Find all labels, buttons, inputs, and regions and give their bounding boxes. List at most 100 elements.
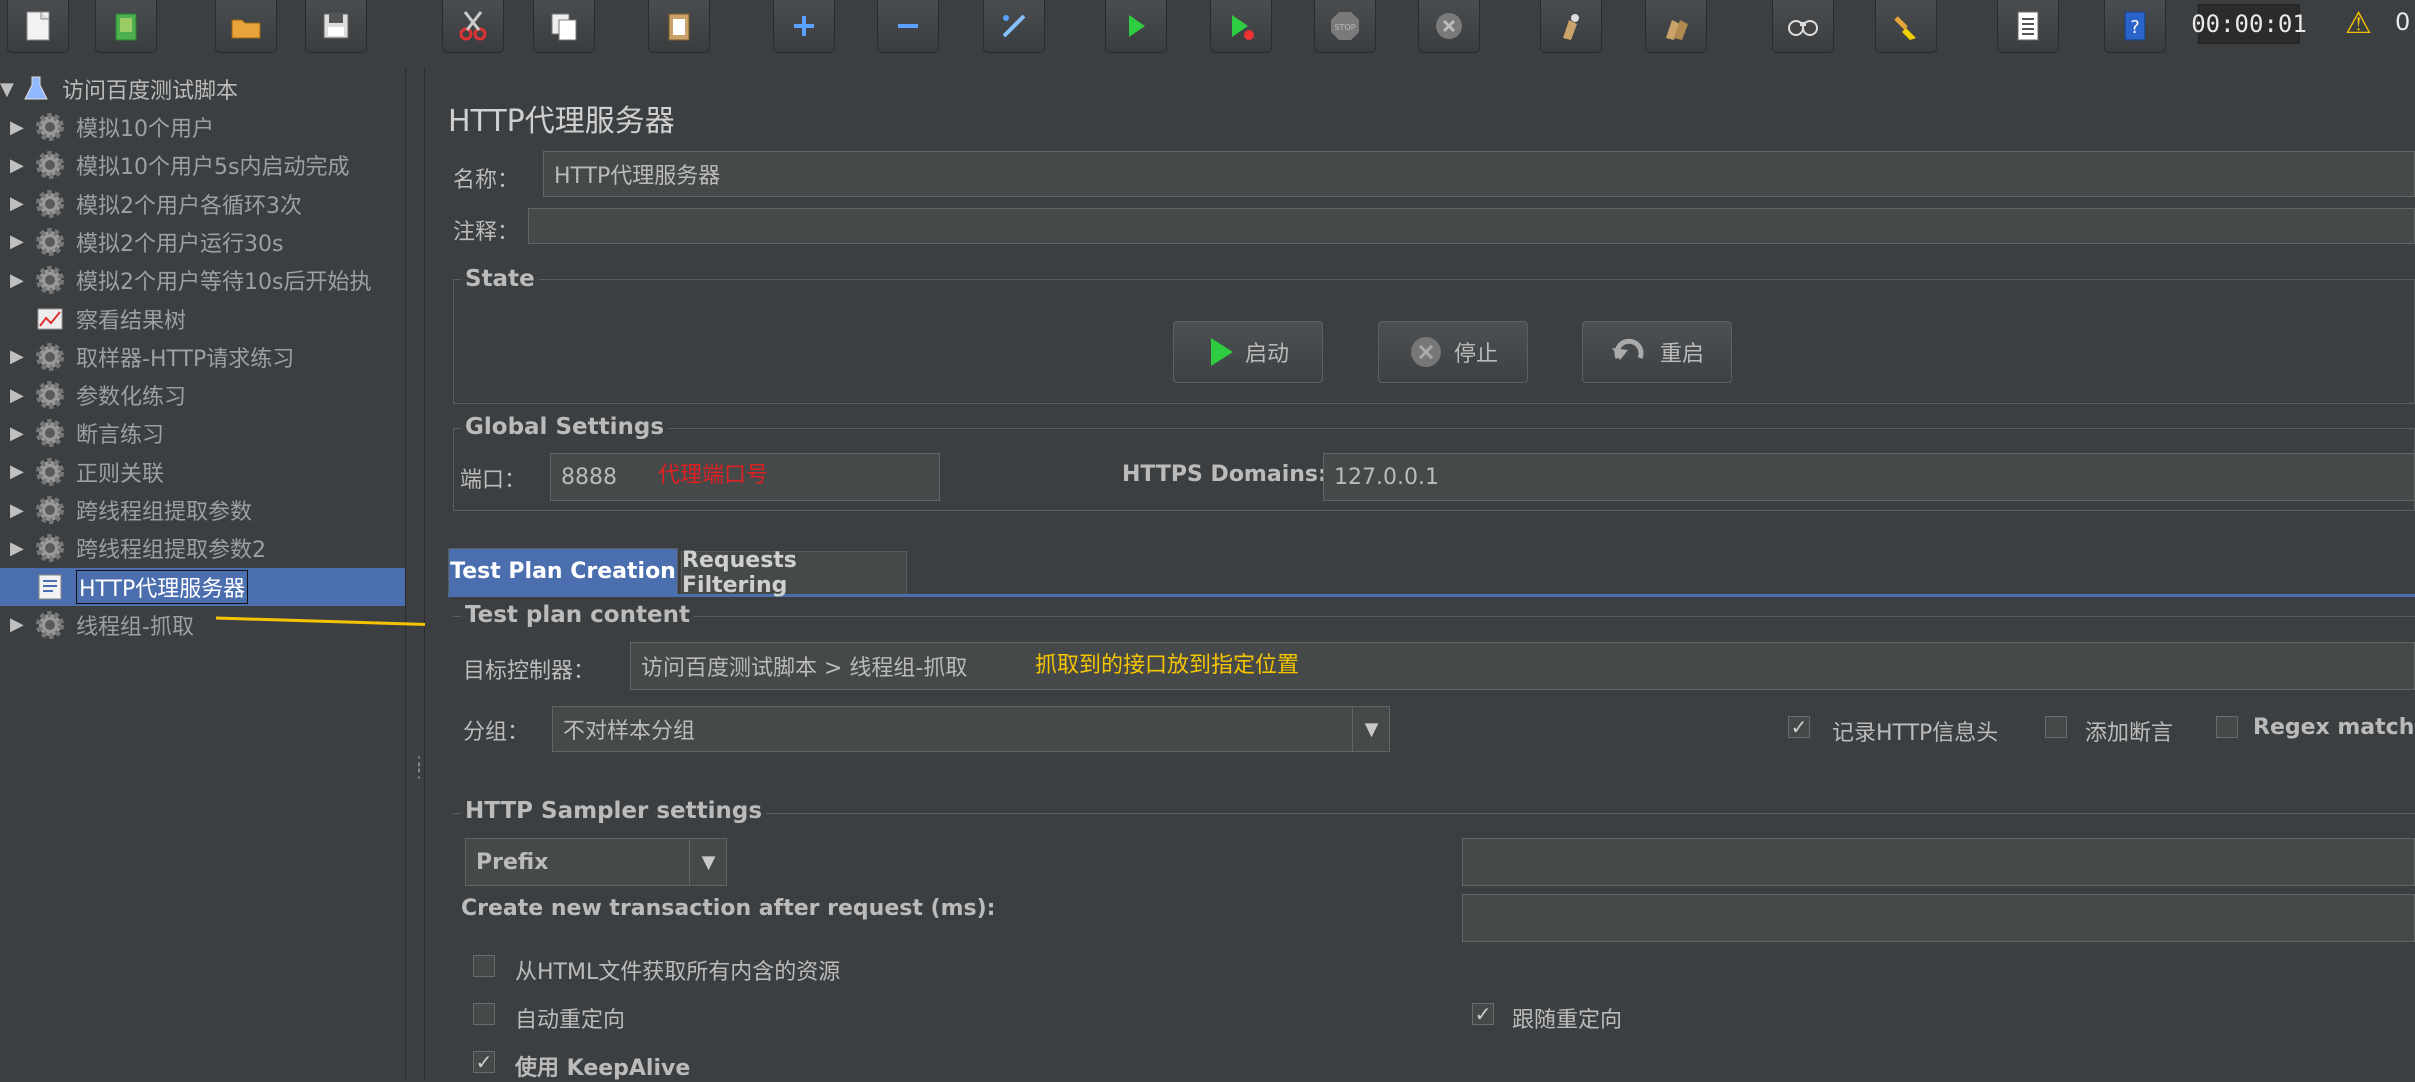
gear-icon (32, 377, 68, 413)
record-headers-checkbox[interactable]: ✓ (1788, 716, 1810, 738)
prefix-text-field[interactable] (1462, 838, 2415, 886)
tree-item[interactable]: ▶ 跨线程组提取参数 (0, 491, 405, 529)
tree-item-label: 参数化练习 (76, 385, 187, 411)
start-no-pause-icon (1232, 15, 1254, 40)
function-helper-icon (2017, 11, 2039, 41)
gear-icon (32, 224, 68, 260)
tree-item[interactable]: HTTP代理服务器 (0, 567, 405, 606)
start-button[interactable] (1105, 0, 1167, 53)
expand-button[interactable] (773, 0, 835, 53)
split-divider[interactable] (405, 68, 425, 1079)
start-icon (1129, 15, 1145, 37)
tree-item-label: 模拟2个用户各循环3次 (76, 193, 302, 219)
stop-button[interactable]: STOP (1314, 0, 1376, 53)
reset-search-button[interactable] (1875, 0, 1937, 53)
gear-icon (32, 454, 68, 490)
expand-icon (794, 16, 814, 36)
tree-item[interactable]: ▶ 模拟10个用户5s内启动完成 (0, 146, 405, 184)
tree-item[interactable]: ▶ 模拟2个用户运行30s (0, 223, 405, 261)
grouping-dropdown-icon[interactable]: ▼ (1352, 707, 1390, 751)
tree-item[interactable]: ▶ 断言练习 (0, 414, 405, 452)
http-proxy-panel: HTTP代理服务器 名称： HTTP代理服务器 注释： State 启动 停止 … (425, 68, 2415, 1081)
tree-item[interactable]: ▶ 模拟10个用户 (0, 108, 405, 146)
prefix-select[interactable]: Prefix (465, 838, 727, 886)
proxy-stop-button[interactable]: 停止 (1378, 321, 1528, 383)
expand-arrow-icon[interactable]: ▶ (10, 461, 26, 482)
new-button[interactable] (7, 0, 69, 53)
proxy-start-button[interactable]: 启动 (1173, 321, 1323, 383)
start-no-pause-button[interactable] (1210, 0, 1272, 53)
tree-item-label: 模拟10个用户5s内启动完成 (76, 155, 350, 181)
restart-icon (1611, 338, 1644, 360)
tree-item[interactable]: 察看结果树 (0, 300, 405, 338)
new-icon (26, 11, 50, 41)
expand-arrow-icon[interactable]: ▶ (10, 117, 26, 138)
clear-all-icon (1666, 20, 1688, 40)
save-button[interactable] (305, 0, 367, 53)
chart-icon (32, 301, 68, 337)
keepalive-checkbox[interactable]: ✓ (473, 1051, 495, 1073)
follow-redirect-checkbox[interactable]: ✓ (1472, 1003, 1494, 1025)
search-button[interactable] (1772, 0, 1834, 53)
toggle-button[interactable] (983, 0, 1045, 53)
tree-item[interactable]: ▶ 正则关联 (0, 453, 405, 491)
clear-button[interactable] (1540, 0, 1602, 53)
collapse-arrow-icon[interactable]: ▼ (0, 79, 16, 100)
add-assertions-checkbox[interactable] (2045, 716, 2067, 738)
expand-arrow-icon[interactable]: ▶ (10, 231, 26, 252)
expand-arrow-icon[interactable]: ▶ (10, 270, 26, 291)
tab-test-plan-creation[interactable]: Test Plan Creation (448, 548, 678, 594)
https-domains-field[interactable]: 127.0.0.1 (1323, 453, 2415, 501)
expand-arrow-icon[interactable]: ▶ (10, 346, 26, 367)
expand-arrow-icon[interactable]: ▶ (10, 193, 26, 214)
tree-item[interactable]: ▶ 模拟2个用户等待10s后开始执 (0, 261, 405, 299)
tree-item[interactable]: ▶ 模拟2个用户各循环3次 (0, 185, 405, 223)
embedded-resources-checkbox[interactable] (473, 955, 495, 977)
tree-item[interactable]: ▶ 跨线程组提取参数2 (0, 529, 405, 567)
proxy-restart-button[interactable]: 重启 (1582, 321, 1732, 383)
paste-button[interactable] (648, 0, 710, 53)
tree-item-label: 模拟2个用户等待10s后开始执 (76, 270, 372, 296)
collapse-button[interactable] (877, 0, 939, 53)
copy-button[interactable] (533, 0, 595, 53)
embedded-resources-label: 从HTML文件获取所有内含的资源 (515, 960, 841, 985)
clear-all-button[interactable] (1645, 0, 1707, 53)
expand-arrow-icon[interactable]: ▶ (10, 614, 26, 635)
test-plan-tree: ▼ 访问百度测试脚本 ▶ 模拟10个用户 ▶ 模拟10个用户5s内启动完成 ▶ 模拟2个用… (0, 68, 405, 1079)
copy-icon (551, 13, 577, 41)
sampler-settings-title: HTTP Sampler settings (461, 798, 767, 824)
regex-matching-label: Regex matching (2253, 715, 2415, 740)
help-button[interactable]: ? (2104, 0, 2166, 53)
expand-arrow-icon[interactable]: ▶ (10, 500, 26, 521)
target-controller-select[interactable]: 访问百度测试脚本 > 线程组-抓取 (630, 642, 2415, 690)
expand-arrow-icon[interactable]: ▶ (10, 385, 26, 406)
open-icon (231, 19, 261, 39)
shutdown-button[interactable] (1418, 0, 1480, 53)
grouping-select[interactable]: 不对样本分组 (552, 706, 1390, 752)
open-button[interactable] (215, 0, 277, 53)
templates-button[interactable] (95, 0, 157, 53)
auto-redirect-checkbox[interactable] (473, 1003, 495, 1025)
expand-arrow-icon[interactable]: ▶ (10, 423, 26, 444)
prefix-dropdown-icon[interactable]: ▼ (689, 839, 727, 885)
warning-icon[interactable]: ⚠ (2345, 6, 2372, 41)
name-field[interactable]: HTTP代理服务器 (543, 151, 2415, 197)
follow-redirect-label: 跟随重定向 (1512, 1008, 1623, 1033)
expand-arrow-icon[interactable]: ▶ (10, 155, 26, 176)
tree-root[interactable]: ▼ 访问百度测试脚本 (0, 70, 405, 108)
target-annotation: 抓取到的接口放到指定位置 (1035, 653, 1300, 678)
test-plan-content-title: Test plan content (461, 602, 694, 628)
transaction-field[interactable] (1462, 894, 2415, 942)
tree-item[interactable]: ▶ 取样器-HTTP请求练习 (0, 338, 405, 376)
regex-matching-checkbox[interactable] (2216, 716, 2238, 738)
cut-button[interactable] (442, 0, 504, 53)
gear-icon (32, 339, 68, 375)
tree-item-label: 模拟2个用户运行30s (76, 231, 284, 257)
restart-label: 重启 (1659, 342, 1704, 367)
tree-item-label: 跨线程组提取参数 (76, 500, 253, 525)
function-helper-button[interactable] (1997, 0, 2059, 53)
tree-item[interactable]: ▶ 参数化练习 (0, 376, 405, 414)
comment-field[interactable] (528, 208, 2415, 244)
expand-arrow-icon[interactable]: ▶ (10, 538, 26, 559)
tab-requests-filtering[interactable]: Requests Filtering (681, 548, 907, 598)
